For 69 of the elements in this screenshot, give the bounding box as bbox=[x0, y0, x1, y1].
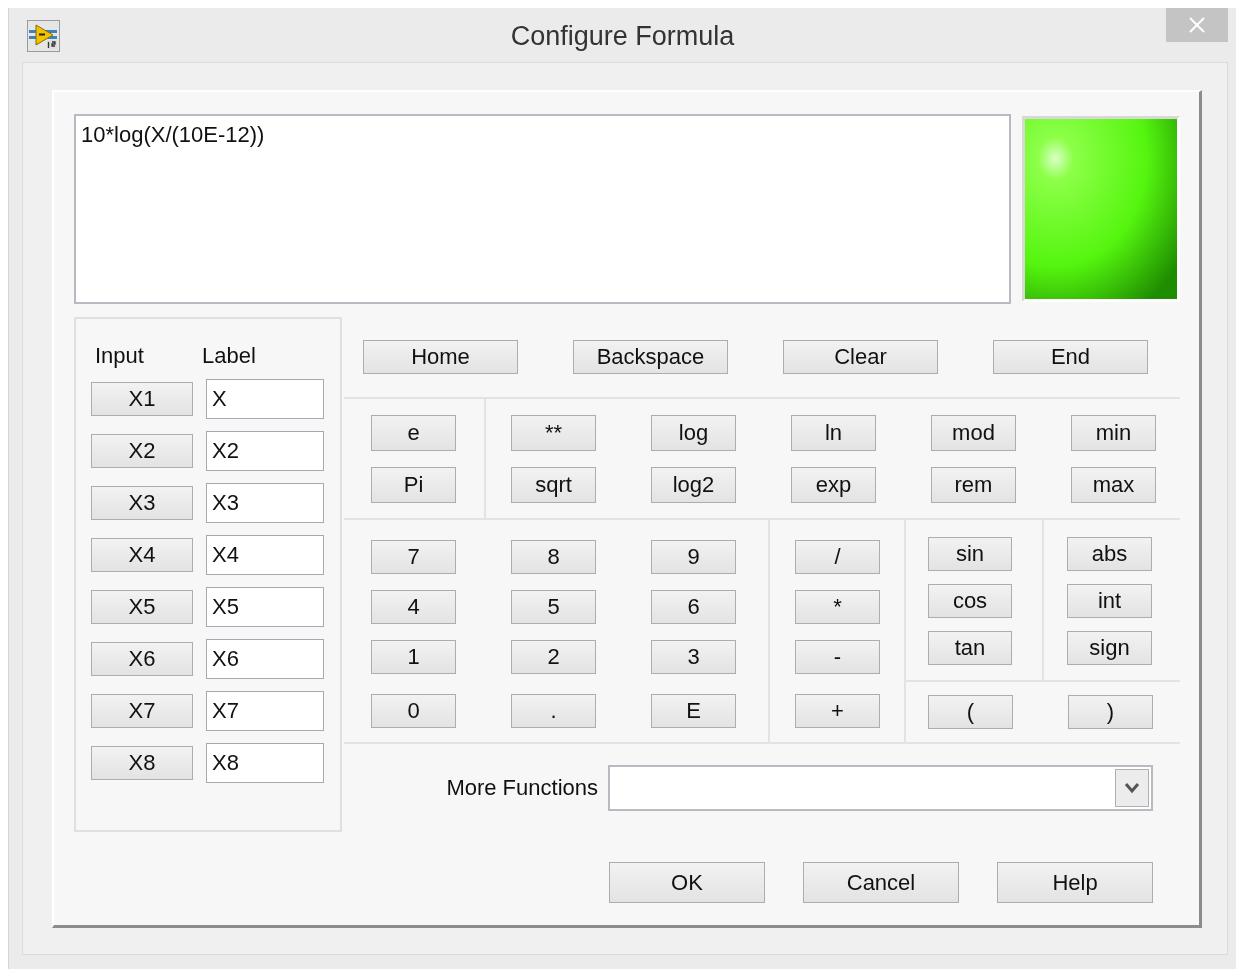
constant-button[interactable]: e bbox=[371, 415, 456, 451]
label-field[interactable]: X3 bbox=[206, 483, 324, 523]
digit-button[interactable]: 9 bbox=[651, 540, 736, 574]
input-button[interactable]: X8 bbox=[91, 746, 193, 780]
edit-button[interactable]: Clear bbox=[783, 340, 938, 374]
window-title: Configure Formula bbox=[510, 21, 735, 51]
input-button[interactable]: X4 bbox=[91, 538, 193, 572]
digit-button[interactable]: 5 bbox=[511, 590, 596, 624]
input-button[interactable]: X2 bbox=[91, 434, 193, 468]
function-button[interactable]: sign bbox=[1067, 631, 1152, 665]
digit-button[interactable]: 2 bbox=[511, 640, 596, 674]
function-button[interactable]: tan bbox=[928, 631, 1012, 665]
function-button[interactable]: log bbox=[651, 415, 736, 451]
operator-button[interactable]: + bbox=[795, 694, 880, 728]
edit-button[interactable]: Backspace bbox=[573, 340, 728, 374]
digit-button[interactable]: 8 bbox=[511, 540, 596, 574]
function-button[interactable]: cos bbox=[928, 584, 1012, 618]
function-button[interactable]: mod bbox=[931, 415, 1016, 451]
input-button[interactable]: X3 bbox=[91, 486, 193, 520]
edit-button[interactable]: Home bbox=[363, 340, 518, 374]
digit-button[interactable]: 3 bbox=[651, 640, 736, 674]
input-button[interactable]: X6 bbox=[91, 642, 193, 676]
app-icon bbox=[27, 20, 60, 52]
digit-button[interactable]: 0 bbox=[371, 694, 456, 728]
digit-button[interactable]: 1 bbox=[371, 640, 456, 674]
input-button[interactable]: X7 bbox=[91, 694, 193, 728]
dropdown-button[interactable] bbox=[1115, 769, 1149, 807]
function-button[interactable]: abs bbox=[1067, 537, 1152, 571]
column-header: Label bbox=[202, 343, 256, 369]
digit-button[interactable]: 6 bbox=[651, 590, 736, 624]
label-field[interactable]: X4 bbox=[206, 535, 324, 575]
function-button[interactable]: int bbox=[1067, 584, 1152, 618]
digit-button[interactable]: E bbox=[651, 694, 736, 728]
input-button[interactable]: X1 bbox=[91, 382, 193, 416]
dialog-button[interactable]: Help bbox=[997, 862, 1153, 903]
function-button[interactable]: sin bbox=[928, 537, 1012, 571]
formula-field[interactable]: 10*log(X/(10E-12)) bbox=[74, 114, 1011, 304]
constant-button[interactable]: Pi bbox=[371, 467, 456, 503]
edit-button[interactable]: End bbox=[993, 340, 1148, 374]
column-header: Input bbox=[94, 343, 145, 369]
function-button[interactable]: ** bbox=[511, 415, 596, 451]
operator-button[interactable]: - bbox=[795, 640, 880, 674]
input-button[interactable]: X5 bbox=[91, 590, 193, 624]
digit-button[interactable]: 7 bbox=[371, 540, 456, 574]
label-field[interactable]: X8 bbox=[206, 743, 324, 783]
label-field[interactable]: X2 bbox=[206, 431, 324, 471]
operator-button[interactable]: * bbox=[795, 590, 880, 624]
label-field[interactable]: X6 bbox=[206, 639, 324, 679]
function-button[interactable]: rem bbox=[931, 467, 1016, 503]
function-button[interactable]: ln bbox=[791, 415, 876, 451]
function-button[interactable]: exp bbox=[791, 467, 876, 503]
more-functions-label: More Functions bbox=[445, 775, 598, 801]
label-field[interactable]: X5 bbox=[206, 587, 324, 627]
function-button[interactable]: sqrt bbox=[511, 467, 596, 503]
function-button[interactable]: max bbox=[1071, 467, 1156, 503]
close-icon bbox=[1188, 16, 1206, 34]
chevron-down-icon bbox=[1124, 782, 1140, 794]
function-button[interactable]: min bbox=[1071, 415, 1156, 451]
parenthesis-button[interactable]: ) bbox=[1068, 695, 1153, 729]
digit-button[interactable]: 4 bbox=[371, 590, 456, 624]
label-field[interactable]: X bbox=[206, 379, 324, 419]
dialog-button[interactable]: Cancel bbox=[803, 862, 959, 903]
digit-button[interactable]: . bbox=[511, 694, 596, 728]
label-field[interactable]: X7 bbox=[206, 691, 324, 731]
parenthesis-button[interactable]: ( bbox=[928, 695, 1013, 729]
function-button[interactable]: log2 bbox=[651, 467, 736, 503]
close-button[interactable] bbox=[1166, 8, 1228, 42]
dialog-button[interactable]: OK bbox=[609, 862, 765, 903]
operator-button[interactable]: / bbox=[795, 540, 880, 574]
